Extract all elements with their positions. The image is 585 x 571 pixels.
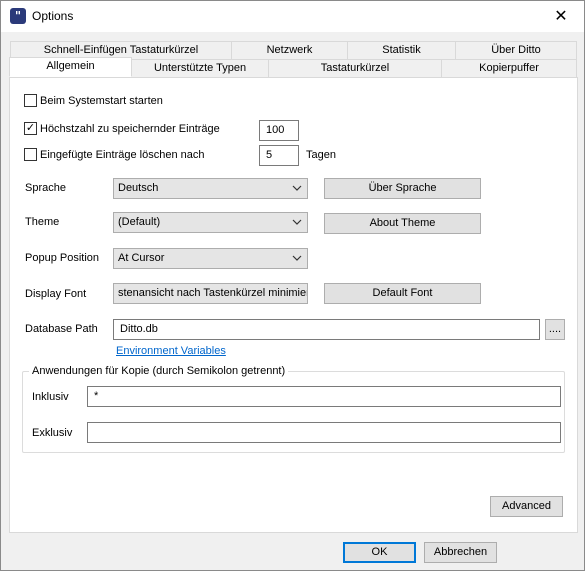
database-path-label: Database Path	[25, 323, 98, 335]
ditto-app-icon: "	[10, 8, 26, 24]
about-theme-button[interactable]: About Theme	[324, 213, 481, 234]
popup-position-label: Popup Position	[25, 252, 99, 264]
ok-button[interactable]: OK	[343, 542, 416, 563]
tab-clipboard-buffers[interactable]: Kopierpuffer	[441, 59, 577, 78]
cancel-button[interactable]: Abbrechen	[424, 542, 497, 563]
options-window: " Options ✕ Schnell-Einfügen Tastaturkür…	[0, 0, 585, 571]
delete-after-row[interactable]: Eingefügte Einträge löschen nach	[24, 148, 205, 161]
general-tab-panel: Beim Systemstart starten ✓ Höchstzahl zu…	[9, 77, 578, 533]
language-select[interactable]: Deutsch	[113, 178, 308, 199]
exclude-label: Exklusiv	[32, 427, 73, 439]
apps-for-copy-legend: Anwendungen für Kopie (durch Semikolon g…	[29, 365, 289, 377]
window-title: Options	[32, 9, 74, 23]
theme-label: Theme	[25, 216, 60, 228]
popup-position-select[interactable]: At Cursor	[113, 248, 308, 269]
start-on-startup-checkbox[interactable]	[24, 94, 37, 107]
max-entries-row[interactable]: ✓ Höchstzahl zu speichernder Einträge	[24, 122, 220, 135]
max-entries-input[interactable]: 100	[259, 120, 299, 141]
tab-about-ditto[interactable]: Über Ditto	[455, 41, 577, 60]
browse-database-button[interactable]: ....	[545, 319, 565, 340]
tab-statistics[interactable]: Statistik	[347, 41, 456, 60]
delete-after-checkbox[interactable]	[24, 148, 37, 161]
title-bar[interactable]: " Options ✕	[1, 1, 584, 32]
database-path-input[interactable]: Ditto.db	[113, 319, 540, 340]
exclude-apps-input[interactable]	[87, 422, 561, 443]
include-label: Inklusiv	[32, 391, 69, 403]
display-font-field[interactable]: stenansicht nach Tastenkürzel minimiere	[113, 283, 308, 304]
chevron-down-icon	[292, 185, 302, 191]
tab-network[interactable]: Netzwerk	[231, 41, 348, 60]
about-language-button[interactable]: Über Sprache	[324, 178, 481, 199]
display-font-label: Display Font	[25, 288, 87, 300]
language-label: Sprache	[25, 182, 66, 194]
theme-select[interactable]: (Default)	[113, 212, 308, 233]
default-font-button[interactable]: Default Font	[324, 283, 481, 304]
tab-general[interactable]: Allgemein	[9, 57, 132, 77]
advanced-button[interactable]: Advanced	[490, 496, 563, 517]
delete-after-label: Eingefügte Einträge löschen nach	[40, 148, 205, 161]
environment-variables-link[interactable]: Environment Variables	[116, 345, 226, 357]
tab-keyboard-shortcuts[interactable]: Tastaturkürzel	[268, 59, 442, 78]
include-apps-input[interactable]: *	[87, 386, 561, 407]
start-on-startup-row[interactable]: Beim Systemstart starten	[24, 94, 163, 107]
language-select-value: Deutsch	[118, 182, 159, 194]
popup-position-select-value: At Cursor	[118, 252, 165, 264]
days-unit-label: Tagen	[306, 149, 336, 161]
close-icon[interactable]: ✕	[538, 1, 584, 32]
delete-after-days-input[interactable]: 5	[259, 145, 299, 166]
start-on-startup-label: Beim Systemstart starten	[40, 94, 163, 107]
max-entries-label: Höchstzahl zu speichernder Einträge	[40, 122, 220, 135]
chevron-down-icon	[292, 255, 302, 261]
chevron-down-icon	[292, 219, 302, 225]
tab-supported-types[interactable]: Unterstützte Typen	[131, 59, 269, 78]
theme-select-value: (Default)	[118, 216, 161, 228]
max-entries-checkbox[interactable]: ✓	[24, 122, 37, 135]
